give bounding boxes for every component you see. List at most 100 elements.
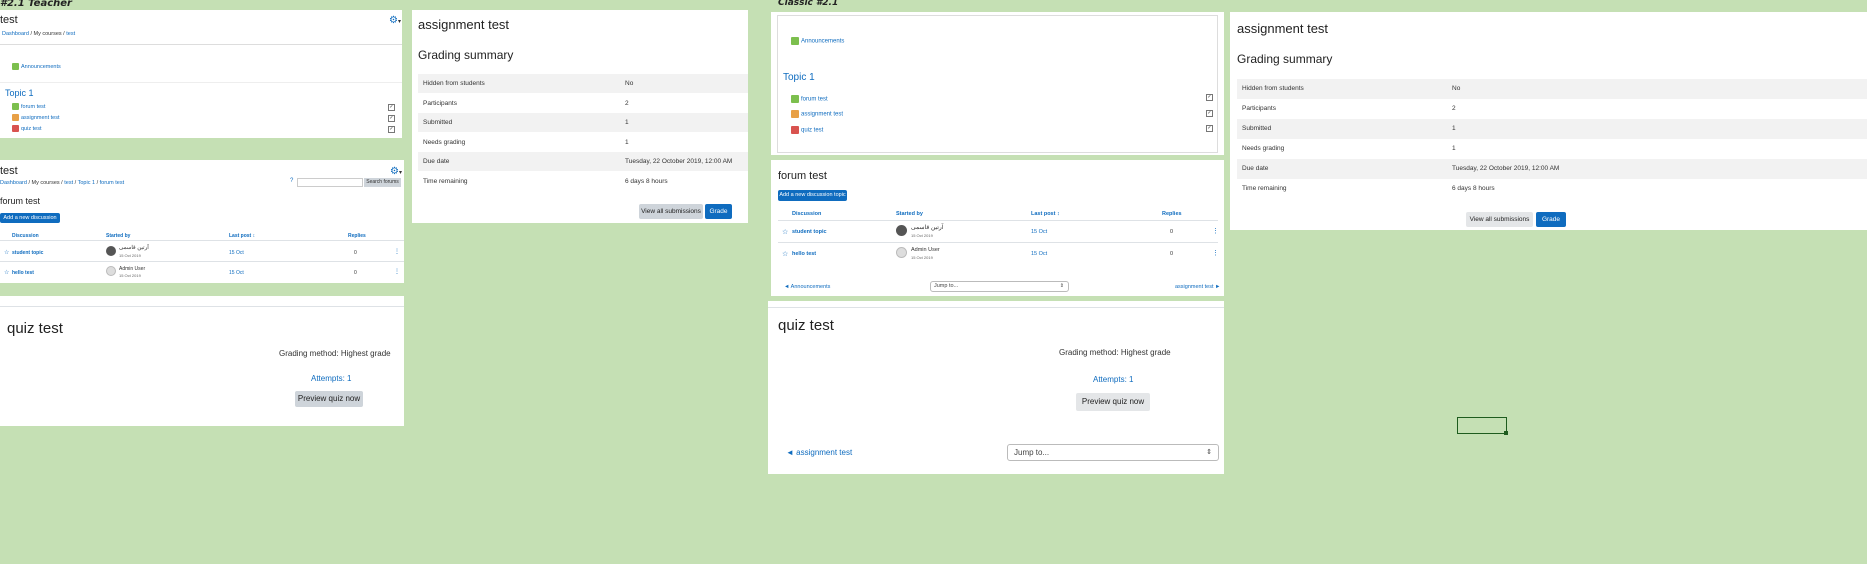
activity-quiz[interactable]: quiz test [791,126,823,134]
column-last-post[interactable]: Last post ↕ [229,233,255,239]
assignment-title: assignment test [418,17,510,32]
discussion-link[interactable]: hello test [792,251,816,257]
breadcrumb-forum[interactable]: forum test [100,180,124,186]
summary-value: 1 [1452,125,1456,132]
activity-announcements[interactable]: Announcements [12,63,61,70]
summary-value: No [1452,85,1461,92]
previous-activity-link[interactable]: ◄ Announcements [784,284,830,290]
last-post-link[interactable]: 15 Oct [229,250,244,256]
column-replies[interactable]: Replies [1162,211,1182,217]
more-icon[interactable]: ⋮ [394,248,400,255]
completion-checkbox[interactable]: ✓ [388,115,395,122]
column-discussion[interactable]: Discussion [12,233,39,239]
assignment-icon [12,114,19,121]
attempts-link[interactable]: Attempts: 1 [1093,375,1133,384]
activity-quiz[interactable]: quiz test [12,125,41,132]
completion-checkbox[interactable]: ✓ [1206,110,1213,117]
star-icon[interactable]: ☆ [4,249,9,256]
discussion-link[interactable]: hello test [12,270,34,276]
left-course-panel: test ⚙▾ Dashboard / My courses / test An… [0,10,402,138]
forum-heading: forum test [0,196,41,206]
summary-label: Due date [1242,165,1269,172]
table-row [418,113,748,132]
search-input[interactable] [297,178,363,187]
preview-quiz-button[interactable]: Preview quiz now [1076,393,1150,411]
view-all-submissions-button[interactable]: View all submissions [1466,212,1533,227]
column-last-post[interactable]: Last post ↕ [1031,211,1060,217]
selection-handle[interactable] [1504,431,1508,435]
breadcrumb-topic[interactable]: Topic 1 [78,180,95,186]
left-quiz-panel: quiz test Grading method: Highest grade … [0,296,404,426]
previous-activity-link[interactable]: ◄ assignment test [786,448,852,457]
completion-checkbox[interactable]: ✓ [1206,125,1213,132]
completion-checkbox[interactable]: ✓ [388,126,395,133]
column-discussion[interactable]: Discussion [792,211,821,217]
activity-assignment[interactable]: assignment test [12,114,60,121]
completion-checkbox[interactable]: ✓ [1206,94,1213,101]
topic-heading[interactable]: Topic 1 [783,72,815,83]
activity-forum[interactable]: forum test [12,103,45,110]
last-post-link[interactable]: 15 Oct [1031,251,1047,257]
more-icon[interactable]: ⋮ [1212,227,1219,235]
right-section-label: Classic #2.1 [778,0,839,8]
column-replies[interactable]: Replies [348,233,366,239]
star-icon[interactable]: ☆ [4,269,9,276]
last-post-link[interactable]: 15 Oct [1031,229,1047,235]
summary-value: Tuesday, 22 October 2019, 12:00 AM [1452,165,1560,172]
divider [0,82,402,83]
last-post-link[interactable]: 15 Oct [229,270,244,276]
star-icon[interactable]: ☆ [782,250,788,258]
right-course-panel: Announcements Topic 1 forum test assignm… [771,12,1224,155]
discussion-link[interactable]: student topic [12,250,43,256]
add-discussion-button[interactable]: Add a new discussion topic [0,213,60,231]
grading-method: Grading method: Highest grade [1059,348,1171,357]
grade-button[interactable]: Grade [705,204,732,219]
author-name: آرتین قاسمی [911,225,944,231]
replies-count: 0 [1170,229,1174,235]
discussion-link[interactable]: student topic [792,229,827,235]
author-name: Admin User [911,247,940,253]
column-started-by[interactable]: Started by [896,211,923,217]
avatar [896,247,907,258]
attempts-link[interactable]: Attempts: 1 [311,374,351,383]
selection-box[interactable] [1457,417,1507,434]
activity-announcements[interactable]: Announcements [791,37,844,45]
left-section-label: #2.1 Teacher [0,0,72,9]
divider [768,307,1224,308]
breadcrumb-mycourses[interactable]: My courses [34,31,62,37]
jump-to-select[interactable]: Jump to... ⇕ [1007,444,1219,461]
column-started-by[interactable]: Started by [106,233,130,239]
breadcrumb-course[interactable]: test [66,31,75,37]
breadcrumb: Dashboard / My courses / test / Topic 1 … [0,180,125,186]
activity-assignment[interactable]: assignment test [791,110,843,118]
more-icon[interactable]: ⋮ [394,268,400,275]
divider [778,220,1218,221]
summary-label: Submitted [1242,125,1272,132]
activity-forum[interactable]: forum test [791,95,828,103]
view-all-submissions-button[interactable]: View all submissions [639,204,703,219]
grading-summary-heading: Grading summary [1237,52,1333,66]
star-icon[interactable]: ☆ [782,228,788,236]
grade-button[interactable]: Grade [1536,212,1566,227]
divider [778,242,1218,243]
right-forum-panel: forum test Add a new discussion topic Di… [771,160,1224,296]
more-icon[interactable]: ⋮ [1212,249,1219,257]
breadcrumb-course[interactable]: test [64,180,73,186]
add-discussion-button[interactable]: Add a new discussion topic [778,190,847,201]
next-activity-link[interactable]: assignment test ► [1175,284,1221,290]
help-icon[interactable]: ? [290,178,293,184]
summary-value: 1 [625,139,629,146]
jump-to-select[interactable]: Jump to... ⇕ [930,281,1069,292]
breadcrumb-dashboard[interactable]: Dashboard [0,180,27,186]
search-forums-button[interactable]: Search forums [364,178,401,187]
completion-checkbox[interactable]: ✓ [388,104,395,111]
course-frame [777,15,1218,153]
gear-icon[interactable]: ⚙▾ [390,166,402,177]
replies-count: 0 [354,250,357,256]
summary-value: 1 [1452,145,1456,152]
breadcrumb-dashboard[interactable]: Dashboard [2,31,29,37]
topic-heading[interactable]: Topic 1 [5,88,34,98]
preview-quiz-button[interactable]: Preview quiz now [295,391,363,407]
gear-icon[interactable]: ⚙▾ [389,15,401,26]
breadcrumb-mycourses[interactable]: My courses [32,180,60,186]
